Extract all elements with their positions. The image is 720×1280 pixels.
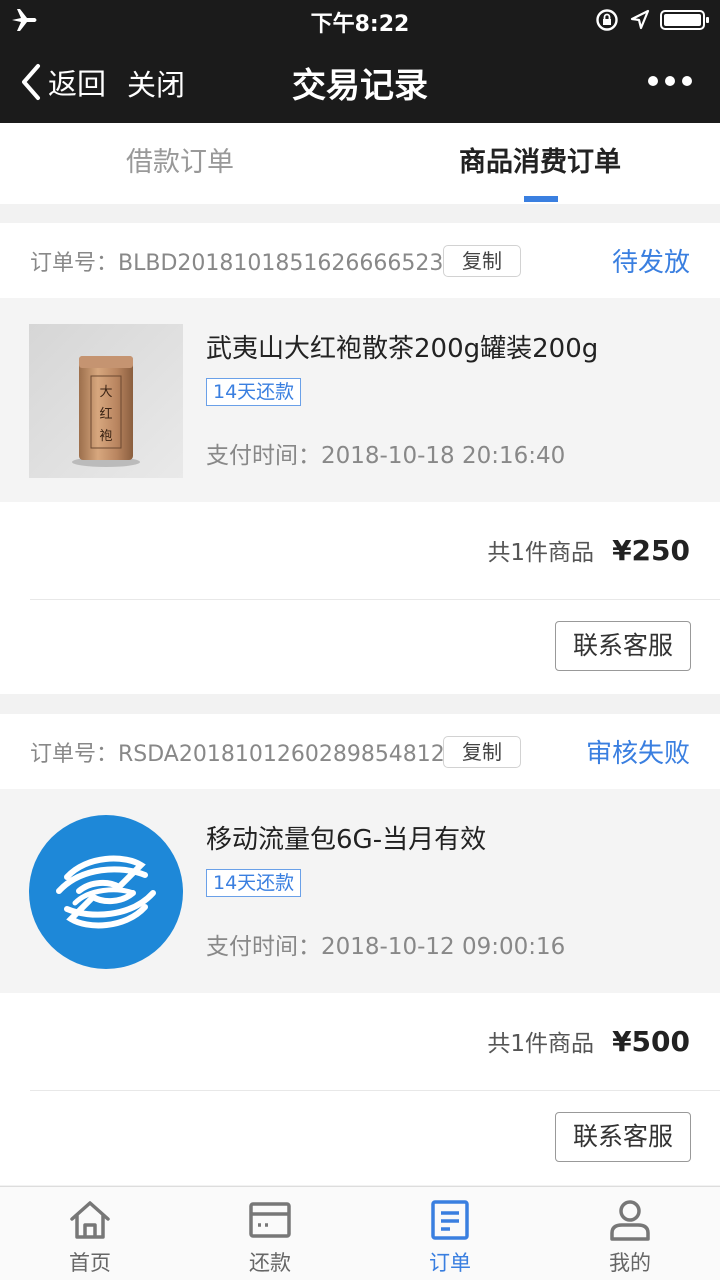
battery-icon: [660, 10, 709, 30]
order-status[interactable]: 审核失败: [586, 733, 690, 770]
card-icon: [249, 1202, 291, 1238]
order-header: 订单号：RSDA2018101260289854812 复制 审核失败: [0, 714, 720, 789]
close-button[interactable]: 关闭: [127, 62, 185, 104]
order-summary: 共1件商品 ¥500: [487, 1024, 690, 1058]
navigation-bar: 返回 关闭 交易记录: [0, 40, 720, 123]
can-label-char: 红: [99, 406, 112, 422]
person-icon: [610, 1200, 650, 1241]
active-tab-indicator: [524, 196, 558, 202]
divider: [30, 599, 720, 600]
order-card: 订单号：BLBD2018101851626666523 复制 待发放 大 红 袍: [0, 223, 720, 694]
bottom-nav-home[interactable]: 首页: [0, 1187, 180, 1280]
bottom-nav-label: 还款: [249, 1251, 291, 1275]
order-tabs: 借款订单 商品消费订单: [0, 123, 720, 204]
copy-button[interactable]: 复制: [443, 245, 521, 277]
rotation-lock-icon: [596, 9, 618, 31]
order-card: 订单号：RSDA2018101260289854812 复制 审核失败 移动流量…: [0, 714, 720, 1185]
order-header: 订单号：BLBD2018101851626666523 复制 待发放: [0, 223, 720, 298]
pay-time: 支付时间：2018-10-12 09:00:16: [206, 934, 566, 960]
order-summary: 共1件商品 ¥250: [487, 533, 690, 567]
bottom-nav-orders[interactable]: 订单: [360, 1187, 540, 1280]
more-icon[interactable]: [646, 68, 694, 94]
product-name: 移动流量包6G-当月有效: [206, 825, 487, 855]
bottom-nav-mine[interactable]: 我的: [540, 1187, 720, 1280]
tab-product-orders[interactable]: 商品消费订单: [360, 123, 720, 204]
order-number: 订单号：BLBD2018101851626666523: [30, 251, 444, 276]
product-item[interactable]: 大 红 袍 武夷山大红袍散茶200g罐装200g 14天还款 支付时间：2018…: [0, 298, 720, 502]
bottom-nav-label: 订单: [429, 1251, 471, 1275]
product-item[interactable]: 移动流量包6G-当月有效 14天还款 支付时间：2018-10-12 09:00…: [0, 789, 720, 993]
tab-loan-orders[interactable]: 借款订单: [0, 123, 360, 204]
item-count: 共1件商品: [487, 1031, 595, 1057]
contact-service-button[interactable]: 联系客服: [555, 621, 691, 671]
item-count: 共1件商品: [487, 540, 595, 566]
status-bar: 下午8:22: [0, 0, 720, 40]
bottom-nav-label: 我的: [609, 1251, 651, 1275]
back-label: 返回: [48, 67, 107, 101]
bottom-nav-repay[interactable]: 还款: [180, 1187, 360, 1280]
tea-can-image: 大 红 袍: [29, 324, 183, 478]
order-status[interactable]: 待发放: [612, 242, 690, 279]
product-name: 武夷山大红袍散茶200g罐装200g: [206, 334, 599, 364]
bottom-tab-bar: 首页 还款 订单 我的: [0, 1186, 720, 1280]
contact-service-button[interactable]: 联系客服: [555, 1112, 691, 1162]
can-label-char: 袍: [99, 429, 112, 444]
location-icon: [630, 9, 650, 30]
copy-button[interactable]: 复制: [443, 736, 521, 768]
back-button[interactable]: 返回: [18, 60, 106, 104]
chevron-left-icon: [22, 64, 40, 100]
order-price: ¥250: [612, 534, 690, 567]
repayment-tag: 14天还款: [206, 869, 302, 897]
can-label-char: 大: [99, 385, 112, 400]
order-number: 订单号：RSDA2018101260289854812: [30, 742, 445, 767]
page-title: 交易记录: [292, 66, 428, 106]
order-icon: [431, 1200, 469, 1240]
home-icon: [70, 1201, 110, 1239]
china-mobile-logo: [29, 815, 183, 969]
order-price: ¥500: [612, 1025, 690, 1058]
pay-time: 支付时间：2018-10-18 20:16:40: [206, 443, 566, 469]
bottom-nav-label: 首页: [69, 1251, 111, 1275]
repayment-tag: 14天还款: [206, 378, 302, 406]
divider: [30, 1090, 720, 1091]
